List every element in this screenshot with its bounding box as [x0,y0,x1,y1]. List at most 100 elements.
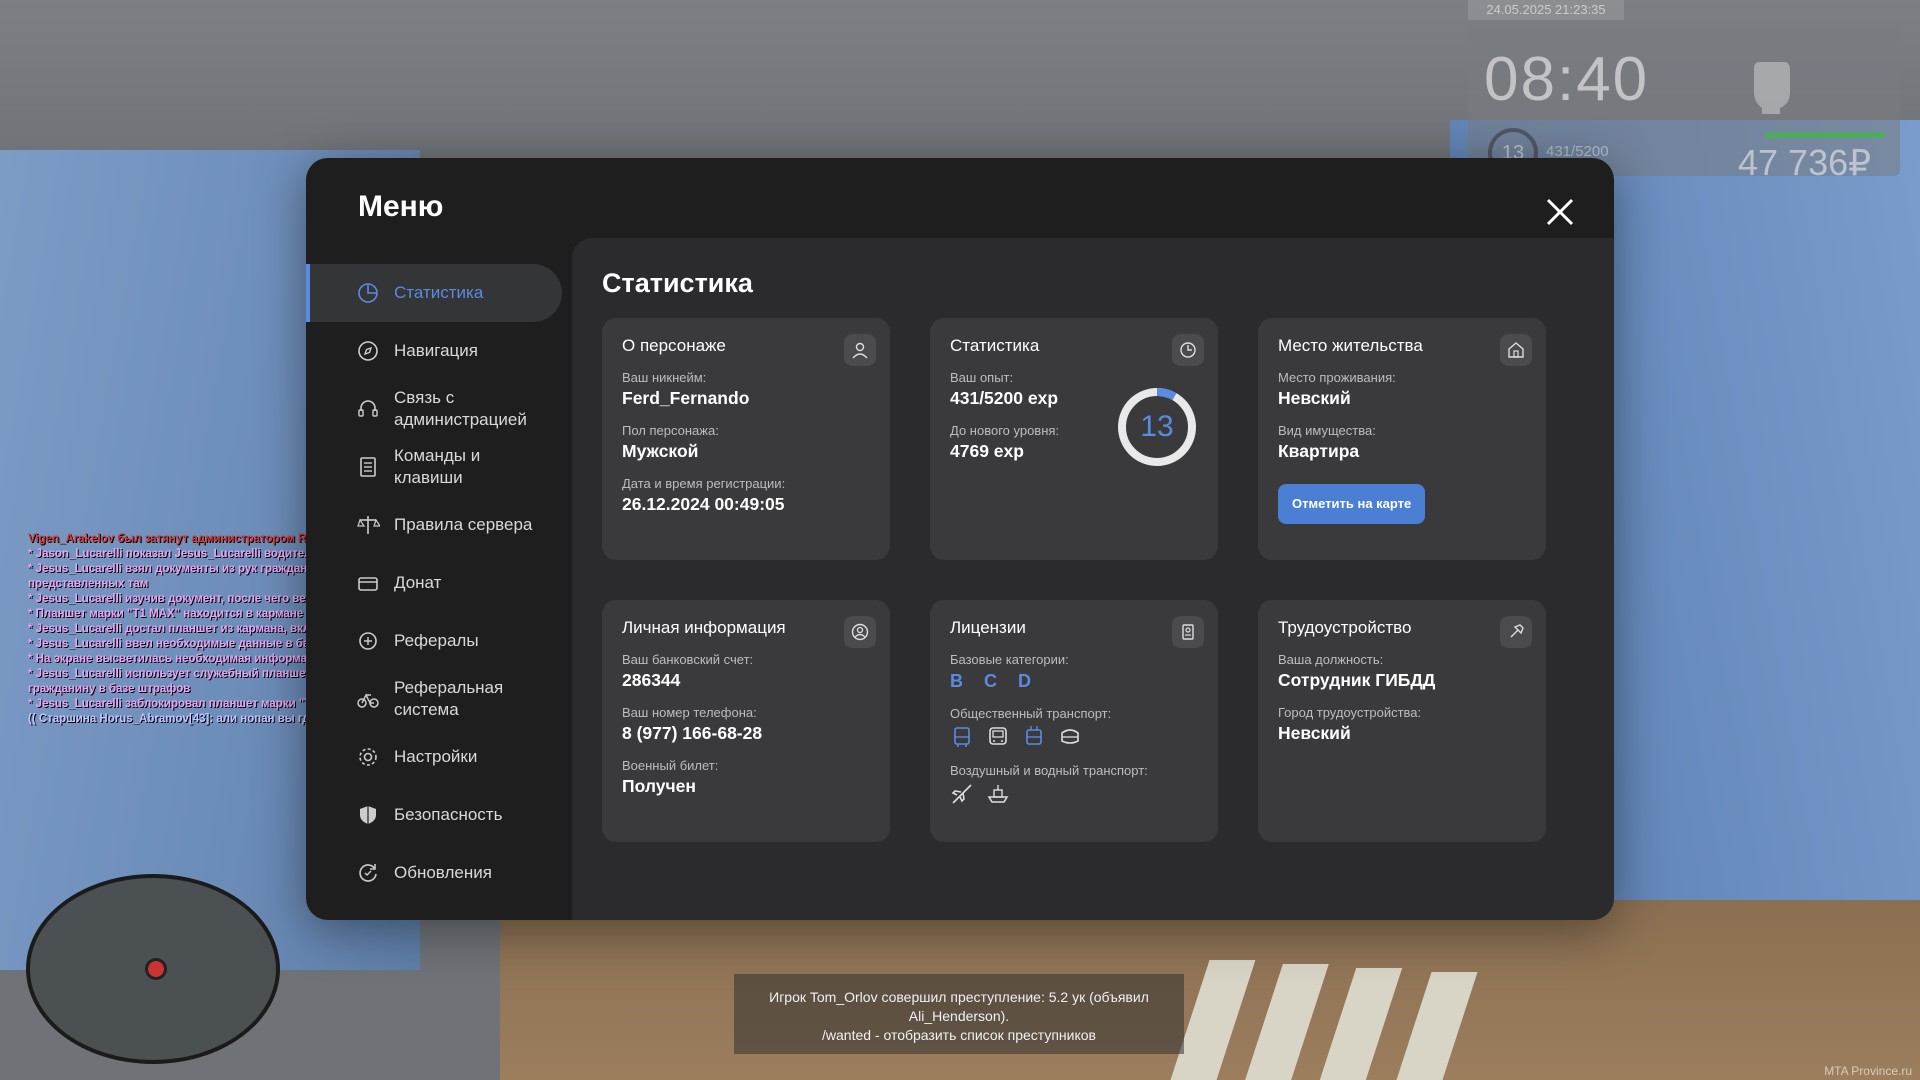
employment-city-value: Невский [1278,723,1351,743]
stats-card: Статистика Ваш опыт: 431/5200 exp До нов… [930,318,1218,560]
military-id-value: Получен [622,776,696,796]
house-icon [1500,334,1532,366]
employment-city-label: Город трудоустройства: [1278,705,1422,720]
user-icon [844,334,876,366]
card-title: Трудоустройство [1278,618,1412,637]
sidebar-item-label: Безопасность [394,805,503,824]
notice-line: Игрок Tom_Orlov совершил преступление: 5… [769,989,1149,1024]
sidebar-item-donate[interactable]: Донат [306,554,562,612]
user-circle-icon [844,616,876,648]
bicycle-icon [357,693,379,708]
notice-line: /wanted - отобразить список преступников [822,1027,1096,1043]
bus-icon [954,727,970,747]
employment-card: Трудоустройство Ваша должность: Сотрудни… [1258,600,1546,842]
headset-icon [358,400,378,417]
card-title: О персонаже [622,336,726,355]
fist-icon [1754,62,1790,114]
sidebar-item-commands[interactable]: Команды и клавиши [306,438,562,496]
position-label: Ваша должность: [1278,652,1384,667]
sidebar-item-admin-contact[interactable]: Связь с администрацией [306,380,562,438]
sidebar-item-label: Правила сервера [394,515,533,534]
sidebar-item-rules[interactable]: Правила сервера [306,496,562,554]
registration-value: 26.12.2024 00:49:05 [622,494,785,514]
id-card-icon [1172,616,1204,648]
pie-chart-icon [358,283,378,303]
base-categories-value: B C D [950,671,1039,691]
close-icon[interactable] [1540,192,1580,232]
sidebar-item-referrals[interactable]: Рефералы [306,612,562,670]
property-type-value: Квартира [1278,441,1360,461]
menu-window: Меню Статистика Навигация Связь с админи… [306,158,1614,920]
gender-label: Пол персонажа: [622,423,719,438]
page-title: Статистика [602,268,753,298]
trolleybus-icon [1026,726,1042,745]
residence-label: Место проживания: [1278,370,1396,385]
sidebar-item-label: Рефералы [394,631,479,650]
hammer-icon [1500,616,1532,648]
sidebar-item-label: Статистика [394,283,484,302]
public-transport-icons [950,725,1198,749]
watermark: MTA Province.ru [1824,1064,1912,1078]
air-water-transport-label: Воздушный и водный транспорт: [950,763,1148,778]
scales-icon [357,516,380,534]
card-title: Личная информация [622,618,786,637]
donate-icon [358,577,378,591]
exp-label: Ваш опыт: [950,370,1014,385]
residence-card: Место жительства Место проживания: Невск… [1258,318,1546,560]
phone-value: 8 (977) 166-68-28 [622,723,763,743]
minimap-player-marker [145,958,167,980]
character-card: О персонаже Ваш никнейм: Ferd_Fernando П… [602,318,890,560]
sidebar-item-label: Донат [394,573,442,592]
phone-label: Ваш номер телефона: [622,705,757,720]
sidebar-item-updates[interactable]: Обновления [306,844,562,902]
airplane-icon [951,784,972,804]
card-title: Место жительства [1278,336,1423,355]
menu-title: Меню [358,190,444,223]
level-number: 13 [1140,410,1174,443]
card-title: Лицензии [950,618,1026,637]
sidebar-item-settings[interactable]: Настройки [306,728,562,786]
licenses-card: Лицензии Базовые категории: B C D Общест… [930,600,1218,842]
sidebar-item-label: Настройки [394,747,478,766]
public-transport-label: Общественный транспорт: [950,706,1112,721]
hud-health-bar [1765,132,1885,138]
sidebar-item-label: Команды и клавиши [394,446,481,487]
statistics-panel: Статистика О персонаже Ваш никнейм: Ferd… [572,238,1614,920]
hud-clock: 08:40 [1484,45,1650,114]
sidebar-item-label: Навигация [394,341,478,360]
sidebar-nav: Статистика Навигация Связь с администрац… [306,264,562,902]
clock-icon [1172,334,1204,366]
personal-info-card: Личная информация Ваш банковский счет: 2… [602,600,890,842]
gear-icon [359,748,377,766]
residence-value: Невский [1278,388,1351,408]
sidebar-item-navigation[interactable]: Навигация [306,322,562,380]
refresh-icon [359,864,377,882]
coach-icon [989,727,1007,745]
compass-icon [358,341,378,361]
sidebar-item-security[interactable]: Безопасность [306,786,562,844]
card-title: Статистика [950,336,1040,355]
bank-account-label: Ваш банковский счет: [622,652,754,667]
sidebar-item-label: Связь с администрацией [394,388,527,429]
registration-label: Дата и время регистрации: [622,476,786,491]
sidebar-item-statistics[interactable]: Статистика [306,264,562,322]
shield-icon [360,806,376,824]
referral-icon [359,632,377,650]
property-type-label: Вид имущества: [1278,423,1376,438]
sidebar-item-label: Обновления [394,863,492,882]
nickname-label: Ваш никнейм: [622,370,707,385]
crime-notice: Игрок Tom_Orlov совершил преступление: 5… [734,974,1184,1054]
nickname-value: Ferd_Fernando [622,388,750,408]
bank-account-value: 286344 [622,670,681,690]
mark-on-map-button[interactable]: Отметить на карте [1278,484,1426,524]
position-value: Сотрудник ГИБДД [1278,670,1436,690]
boat-icon [987,785,1009,803]
hud-date: 24.05.2025 21:23:35 [1468,0,1624,20]
sidebar-item-referral-system[interactable]: Реферальная система [306,670,562,728]
gender-value: Мужской [622,441,699,461]
air-water-transport-icons [950,782,1198,806]
hud-money: 47 736₽ [1738,142,1872,183]
base-categories-label: Базовые категории: [950,652,1069,667]
tram-icon [1061,729,1079,744]
document-list-icon [360,457,376,477]
